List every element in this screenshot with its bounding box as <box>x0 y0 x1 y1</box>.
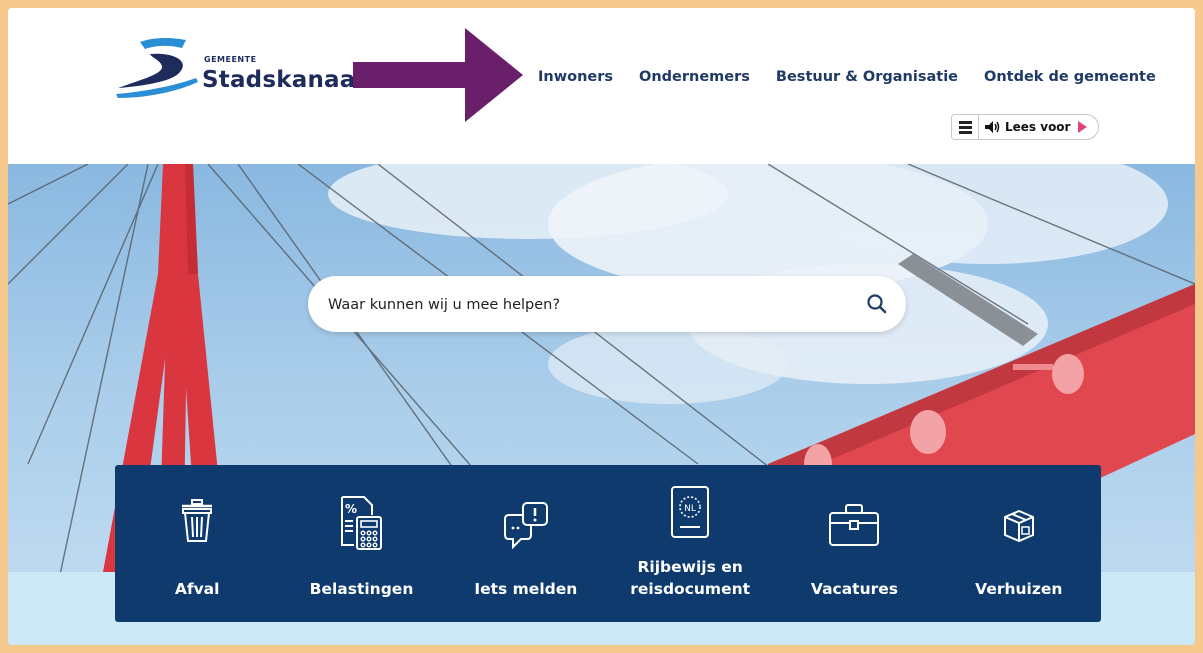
tile-vacatures[interactable]: Vacatures <box>772 465 936 622</box>
tile-iets-melden[interactable]: Iets melden <box>444 465 608 622</box>
tile-label: Iets melden <box>474 580 578 598</box>
menu-icon[interactable] <box>952 115 979 139</box>
read-aloud-button[interactable]: Lees voor <box>985 120 1088 134</box>
svg-text:%: % <box>345 502 357 516</box>
nav-item-ondernemers[interactable]: Ondernemers <box>639 69 750 85</box>
logo-title: Stadskanaal <box>202 67 364 93</box>
calculator-icon: % <box>341 496 383 550</box>
box-icon <box>1003 509 1034 543</box>
read-aloud-label: Lees voor <box>1005 120 1071 134</box>
annotation-arrow-icon <box>353 28 523 122</box>
passport-icon: NL <box>671 486 710 538</box>
browser-viewport: GEMEENTE Stadskanaal Inwoners Ondernemer… <box>8 8 1195 645</box>
tile-label: Verhuizen <box>975 580 1063 598</box>
search-icon[interactable] <box>866 293 888 315</box>
tile-belastingen[interactable]: % Belastingen <box>279 465 443 622</box>
search-input[interactable] <box>326 286 850 324</box>
nav-item-bestuur-organisatie[interactable]: Bestuur & Organisatie <box>776 69 958 85</box>
nav-item-inwoners[interactable]: Inwoners <box>538 69 613 85</box>
tile-label-line2: reisdocument <box>630 580 751 598</box>
tile-afval[interactable]: Afval <box>115 465 279 622</box>
chat-alert-icon <box>503 502 548 549</box>
tile-verhuizen[interactable]: Verhuizen <box>937 465 1101 622</box>
tile-rijbewijs-reisdocument[interactable]: NL Rijbewijs en reisdocument <box>608 465 772 622</box>
site-header: GEMEENTE Stadskanaal Inwoners Ondernemer… <box>8 8 1195 164</box>
svg-text:NL: NL <box>684 504 696 514</box>
quick-links-panel: Afval % Belastingen Iets melden NL Rijbe… <box>115 465 1101 622</box>
tile-label: Vacatures <box>810 580 899 598</box>
briefcase-icon <box>829 504 880 546</box>
logo-swoosh-icon <box>116 38 198 98</box>
main-nav: Inwoners Ondernemers Bestuur & Organisat… <box>538 69 1156 85</box>
tile-label: Afval <box>174 580 220 598</box>
logo-small-text: GEMEENTE <box>204 55 257 64</box>
site-logo[interactable]: GEMEENTE Stadskanaal <box>112 34 372 106</box>
hero-section: Afval % <box>8 164 1195 645</box>
tile-label: Belastingen <box>309 580 414 598</box>
play-icon <box>1078 121 1088 133</box>
readspeaker-widget: Lees voor <box>951 114 1099 140</box>
search-bar <box>308 276 906 332</box>
speaker-icon <box>985 121 1000 133</box>
trash-icon <box>182 499 213 542</box>
nav-item-ontdek-de-gemeente[interactable]: Ontdek de gemeente <box>984 69 1156 85</box>
tile-label-line1: Rijbewijs en <box>637 558 743 576</box>
